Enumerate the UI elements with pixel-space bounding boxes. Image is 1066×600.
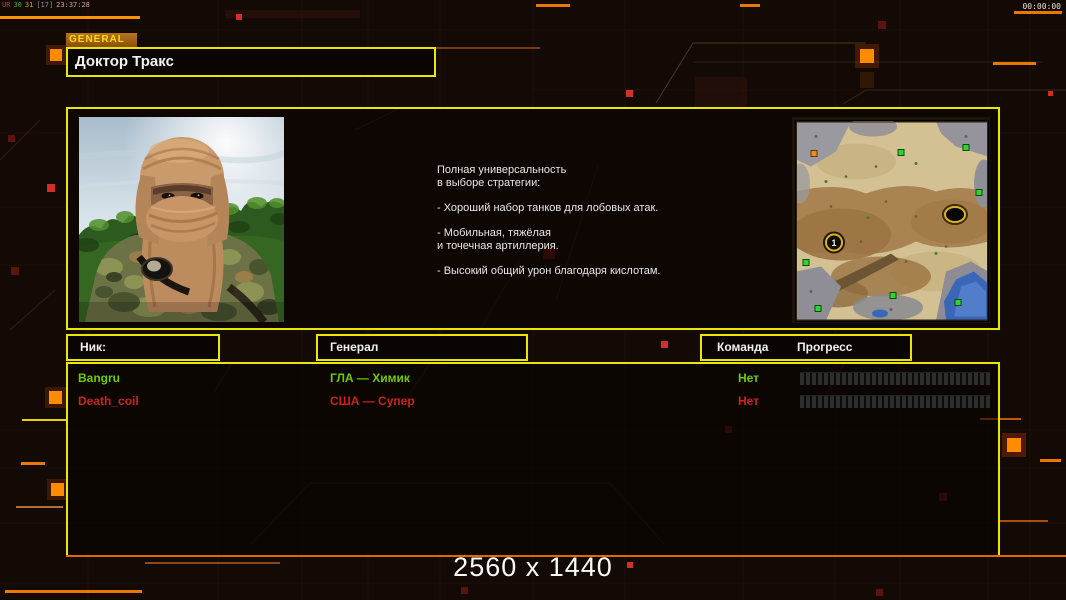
header-nick: Ник:	[66, 334, 220, 361]
player-team: Нет	[738, 371, 760, 385]
player-row: Death_coil США — Супер Нет	[68, 391, 998, 413]
debug-clock: 23:37:28	[56, 1, 90, 9]
player-general: США — Супер	[330, 394, 415, 408]
player-team: Нет	[738, 394, 760, 408]
progress-bar	[800, 395, 990, 409]
description-line: - Высокий общий урон благодаря кислотам.	[437, 265, 661, 277]
general-name-box: Доктор Тракс	[66, 47, 436, 77]
general-portrait	[75, 117, 288, 325]
match-timer: 00:00:00	[1022, 2, 1061, 11]
player-list-panel: Bangru ГЛА — Химик Нет Death_coil США — …	[66, 362, 1000, 555]
debug-part: UR	[2, 1, 11, 9]
general-info-panel: Полная универсальность в выборе стратеги…	[66, 107, 1000, 330]
description-line: - Хороший набор танков для лобовых атак.	[437, 202, 659, 214]
progress-bar	[800, 372, 990, 386]
header-team-progress: Команда Прогресс	[700, 334, 912, 361]
debug-overlay: UR 30 31 [17] 23:37:28	[2, 1, 93, 9]
map-preview-image: 1	[795, 120, 989, 322]
header-progress-label: Прогресс	[797, 340, 853, 354]
general-description: Полная универсальность в выборе стратеги…	[437, 164, 722, 278]
header-team-label: Команда	[717, 340, 769, 354]
resolution-label: 2560 x 1440	[453, 552, 613, 582]
header-general: Генерал	[316, 334, 528, 361]
description-line: в выборе стратегии:	[437, 177, 541, 189]
player-nick: Bangru	[78, 371, 120, 385]
player-general: ГЛА — Химик	[330, 371, 410, 385]
player-nick: Death_coil	[78, 394, 139, 408]
general-tab-label: GENERAL	[66, 33, 137, 47]
debug-part: 30	[13, 1, 22, 9]
header-general-label: Генерал	[330, 340, 379, 354]
header-nick-label: Ник:	[80, 340, 107, 354]
portrait-image	[75, 117, 288, 325]
map-start-marker: 1	[831, 238, 836, 248]
debug-part: 31	[24, 1, 34, 9]
player-row: Bangru ГЛА — Химик Нет	[68, 368, 998, 390]
general-name: Доктор Тракс	[75, 53, 174, 70]
debug-part: [17]	[36, 1, 54, 9]
description-line: Полная универсальность	[437, 164, 567, 176]
map-preview: 1	[792, 117, 990, 323]
description-line: и точечная артиллерия.	[437, 240, 559, 252]
description-line: - Мобильная, тяжёлая	[437, 227, 551, 239]
game-loading-screen: UR 30 31 [17] 23:37:28 00:00:00 GENERAL Докт…	[0, 0, 1066, 600]
